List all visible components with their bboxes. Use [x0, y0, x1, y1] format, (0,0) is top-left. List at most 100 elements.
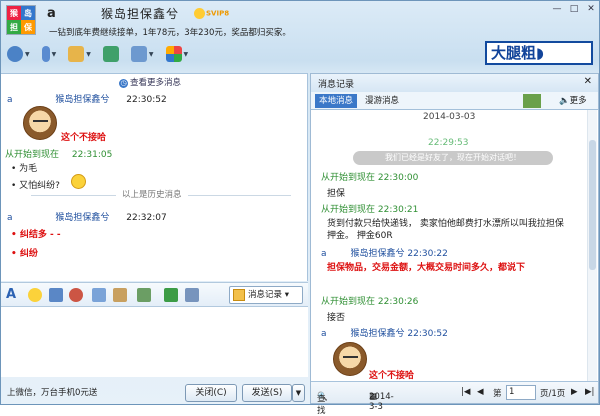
chevron-down-icon: ▼: [86, 50, 91, 58]
page-input[interactable]: 1: [506, 385, 536, 400]
minimize-icon[interactable]: —: [550, 3, 564, 15]
tab-roaming[interactable]: 漫游消息: [361, 94, 403, 108]
timestamp: 22:30:22: [407, 249, 448, 259]
sender-name[interactable]: 猴岛担保鑫兮: [351, 329, 405, 339]
message-text: 这个不接哈: [61, 133, 107, 143]
svip-badge[interactable]: SVIP8: [194, 8, 229, 19]
more-label: 更多: [569, 96, 587, 106]
file-transfer-button[interactable]: ▼: [68, 46, 91, 62]
scrollbar-thumb[interactable]: [589, 140, 596, 270]
voice-message-icon[interactable]: [92, 288, 106, 302]
image-icon[interactable]: [137, 288, 151, 302]
sender-name[interactable]: 猴岛担保鑫兮: [55, 95, 109, 105]
page-prefix: 第: [493, 389, 502, 399]
monkey-sticker: [333, 342, 367, 376]
avatar[interactable]: 猴 岛 担 保: [6, 5, 36, 35]
message-text: 接否: [327, 313, 346, 323]
bottom-bar: 上微信，万台手机0元送 关闭(C) 发送(S) ▼: [1, 378, 308, 406]
emoji-icon[interactable]: [28, 288, 42, 302]
message-text: 担保物品，交易金额，大概交易时间多久，都说下: [327, 263, 526, 273]
history-button-label: 消息记录: [248, 290, 283, 300]
speaker-icon: 🔈: [559, 96, 570, 106]
voice-call-button[interactable]: ▼: [41, 46, 57, 62]
date-separator: 2014-03-03: [423, 112, 476, 122]
monkey-sticker: [23, 106, 57, 140]
system-message: 我们已经是好友了，现在开始对话吧！: [353, 151, 553, 165]
edit-icon[interactable]: [113, 288, 127, 302]
sender-name[interactable]: 猴岛担保鑫兮: [351, 249, 405, 259]
message-text: • 为毛: [11, 164, 38, 174]
camera-icon: [7, 46, 23, 62]
monitor-icon: [130, 46, 147, 62]
sender: a: [321, 249, 327, 259]
message-header: 从开始到现在 22:30:00: [321, 170, 418, 183]
sender: a: [7, 95, 13, 105]
sender[interactable]: 从开始到现在: [321, 173, 375, 183]
group-icon: [102, 46, 119, 62]
chevron-down-icon: ▼: [183, 50, 189, 58]
sender[interactable]: 从开始到现在: [5, 150, 59, 160]
signature: 一钻到底年费继续接单，1年78元，3年230元，奖品都归买家。: [49, 28, 291, 38]
remote-button[interactable]: ▼: [130, 46, 154, 62]
more-button[interactable]: 🔈更多: [555, 94, 591, 108]
message-text: 货到付款只给快递钱， 卖家怕他邮费打水漂所以叫我拉担保押金。 押金60R: [327, 219, 564, 241]
group-button[interactable]: [102, 46, 119, 62]
last-page-icon[interactable]: ▶|: [585, 387, 594, 397]
history-label: 以上是历史消息: [116, 188, 188, 200]
send-button[interactable]: 发送(S): [242, 384, 292, 402]
close-icon[interactable]: ✕: [584, 3, 598, 15]
timestamp: 22:31:05: [71, 150, 113, 160]
nudge-icon[interactable]: [69, 288, 83, 302]
apps-button[interactable]: ▼: [165, 46, 189, 62]
record-list: 2014-03-03 22:29:53 我们已经是好友了，现在开始对话吧！ 从开…: [311, 110, 587, 384]
send-options-button[interactable]: ▼: [292, 384, 305, 402]
message-text: • 纠纷: [11, 249, 38, 259]
timestamp: 22:30:52: [126, 95, 167, 105]
more-link-text: 查看更多消息: [130, 78, 182, 88]
magic-expression-icon[interactable]: [49, 288, 63, 302]
first-page-icon[interactable]: |◀: [461, 387, 470, 397]
ad-banner[interactable]: 大腿粗◗: [485, 41, 593, 65]
chat-window: 猴 岛 担 保 a 猴岛担保鑫兮 SVIP8 一钻到底年费继续接单，1年78元，…: [0, 0, 600, 416]
date-value: 2014-3-3: [369, 392, 394, 412]
more-messages-link[interactable]: ◷ 查看更多消息: [119, 76, 181, 88]
chevron-down-icon: ▼: [51, 50, 57, 58]
title-bar: 猴 岛 担 保 a 猴岛担保鑫兮 SVIP8 一钻到底年费继续接单，1年78元，…: [1, 1, 600, 41]
promo-link[interactable]: 上微信，万台手机0元送: [7, 386, 97, 398]
message-text: • 纠结多 - -: [11, 230, 61, 240]
timestamp: 22:30:21: [377, 205, 419, 215]
emoji-icon: [71, 174, 86, 189]
message-text: 这个不接哈: [369, 371, 415, 381]
close-icon[interactable]: ✕: [584, 76, 592, 87]
scrollbar[interactable]: [587, 110, 597, 384]
message-header: a 猴岛担保鑫兮 22:30:52: [321, 326, 448, 339]
font-icon[interactable]: A: [6, 288, 20, 302]
maximize-icon[interactable]: □: [567, 3, 581, 15]
sender[interactable]: 从开始到现在: [321, 205, 375, 215]
svip-label: SVIP8: [206, 9, 230, 18]
message-input[interactable]: [1, 307, 308, 377]
message-header: 从开始到现在 22:30:21: [321, 202, 418, 215]
contact-name[interactable]: 猴岛担保鑫兮: [101, 5, 179, 22]
message-record-panel: 消息记录 ✕ 本地消息 漫游消息 🔈更多 2014-03-03 22:29:53…: [310, 73, 599, 416]
apps-grid-icon: [165, 46, 182, 62]
microphone-icon: [41, 46, 50, 62]
export-icon[interactable]: [523, 94, 541, 108]
timestamp: 22:30:00: [377, 173, 419, 183]
sender-name[interactable]: 猴岛担保鑫兮: [55, 213, 109, 223]
tab-local[interactable]: 本地消息: [315, 94, 358, 108]
sender[interactable]: 从开始到现在: [321, 297, 375, 307]
window-controls: — □ ✕: [550, 3, 598, 15]
timestamp: 22:30:52: [407, 329, 448, 339]
message-header: a 猴岛担保鑫兮 22:30:52: [7, 92, 167, 105]
prev-page-icon[interactable]: ◀: [477, 387, 484, 397]
close-button[interactable]: 关闭(C): [185, 384, 237, 402]
message-history-button[interactable]: 消息记录 ▾: [229, 286, 303, 304]
next-page-icon[interactable]: ▶: [571, 387, 578, 397]
record-tabs: 本地消息 漫游消息 🔈更多: [311, 92, 598, 110]
more-tools-icon[interactable]: [185, 288, 199, 302]
folder-icon: [68, 46, 85, 62]
video-call-button[interactable]: ▼: [7, 46, 30, 62]
search-label: 查找: [317, 394, 326, 416]
screenshot-icon[interactable]: [164, 288, 178, 302]
